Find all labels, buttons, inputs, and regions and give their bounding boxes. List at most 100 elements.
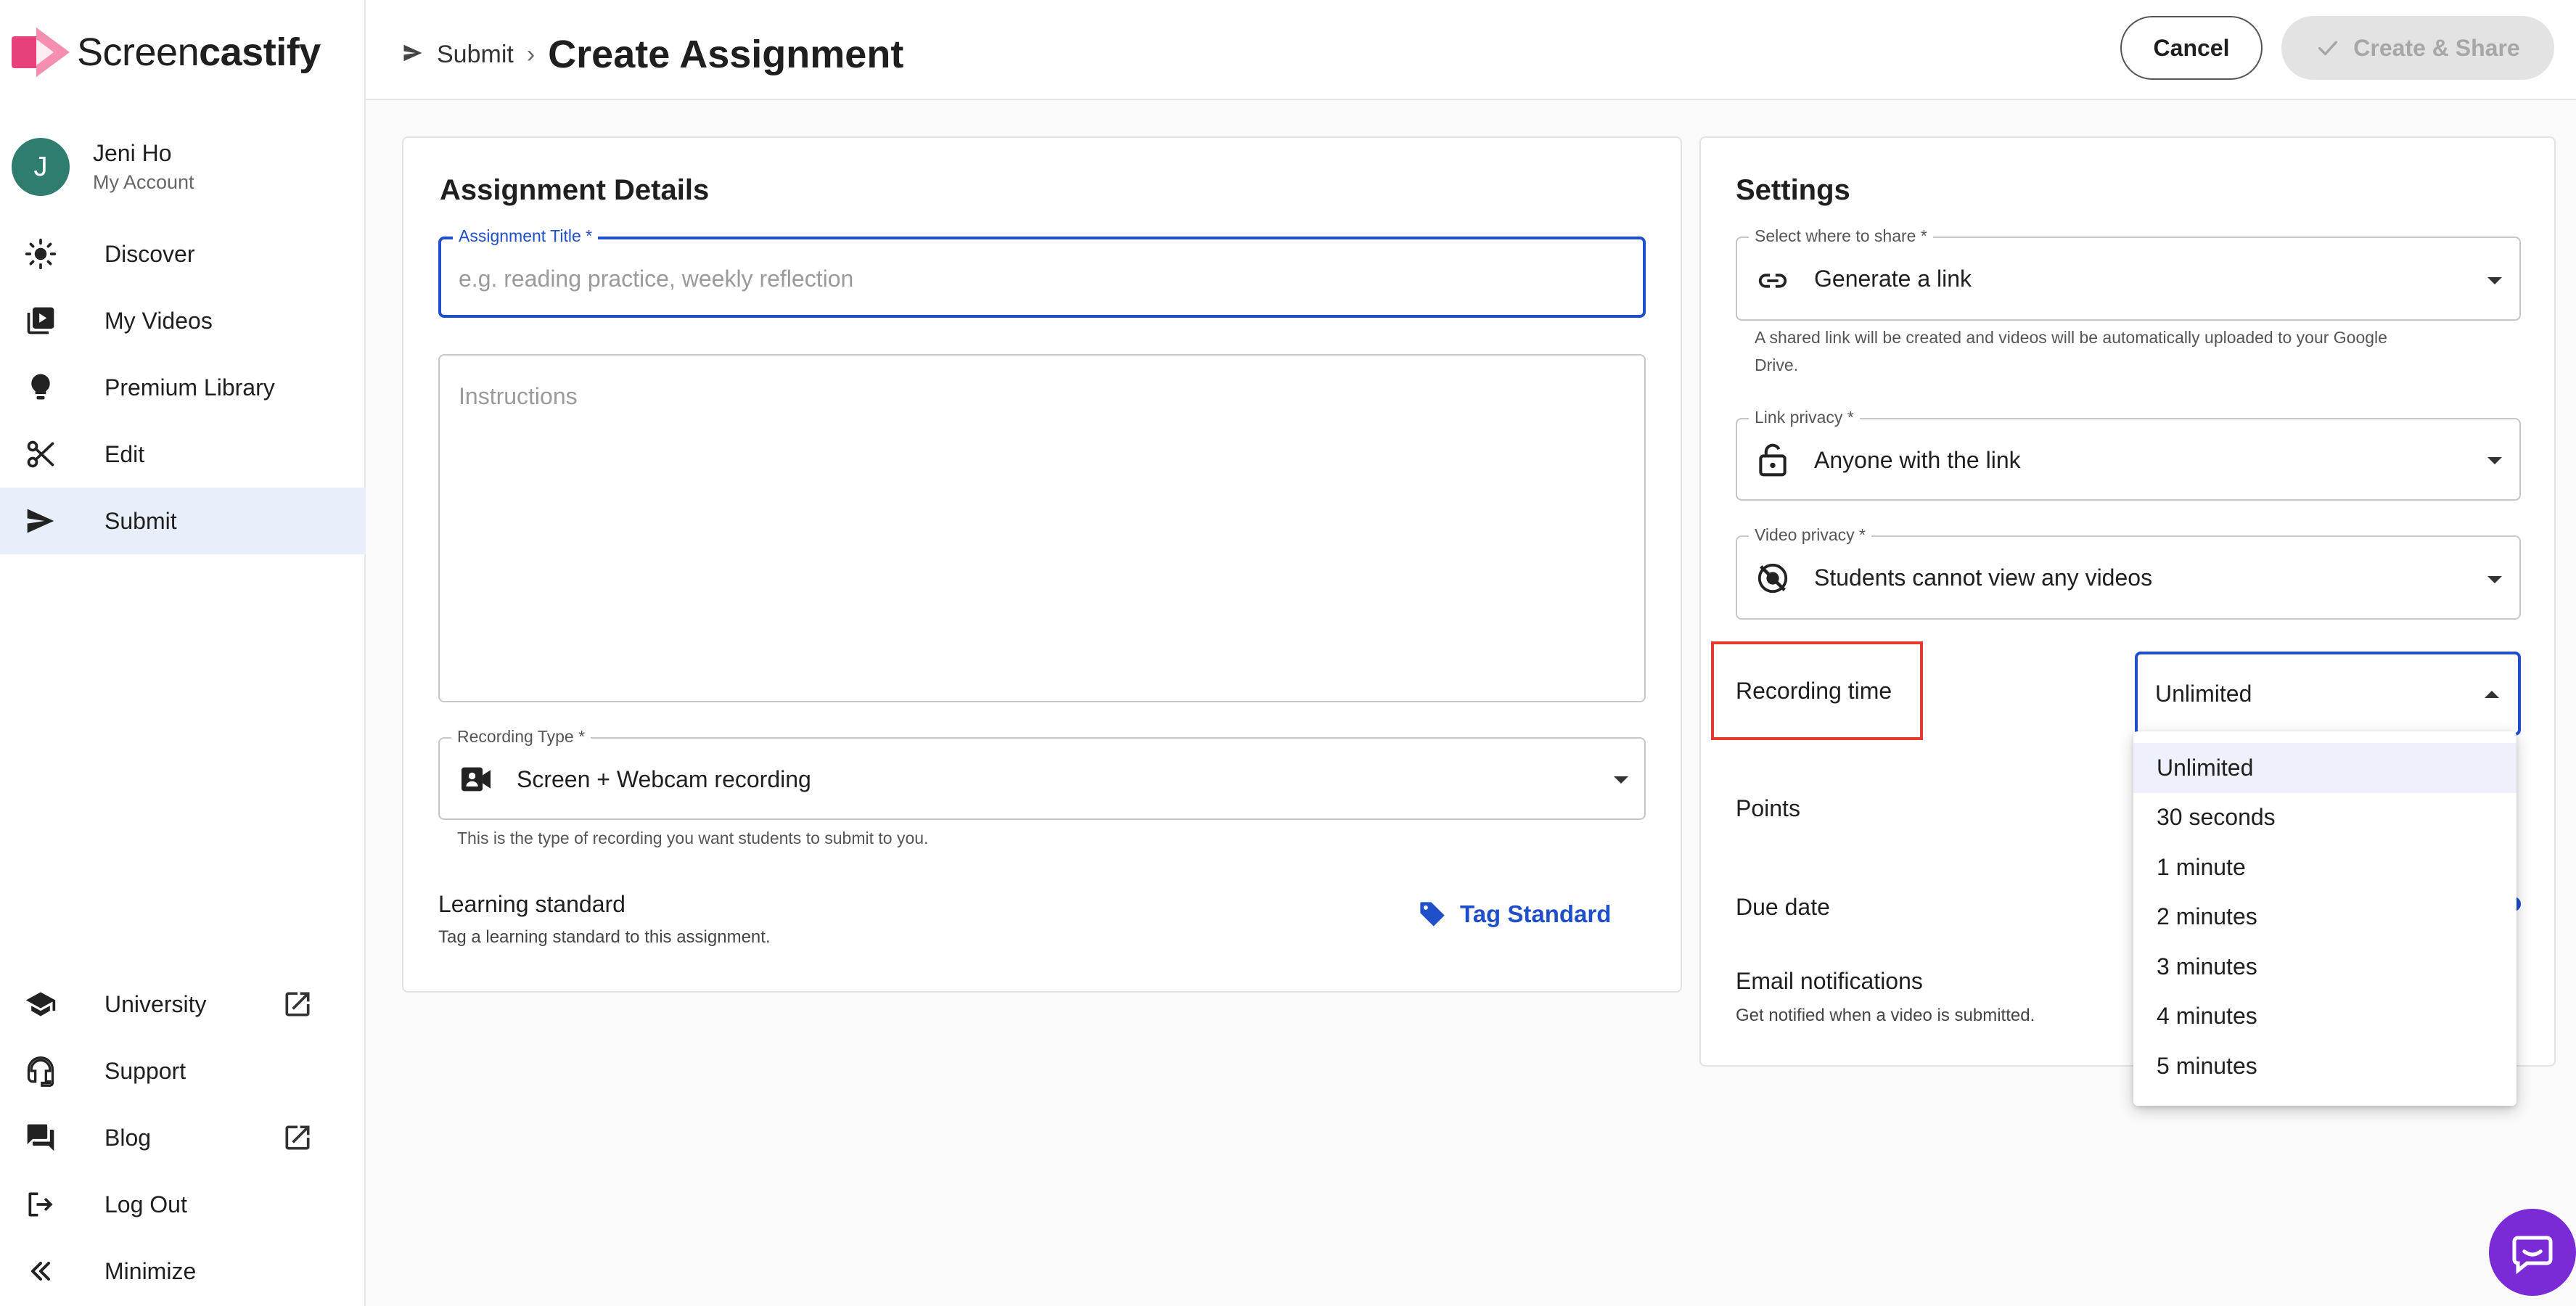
screencastify-logo-icon <box>10 26 71 78</box>
recording-time-option[interactable]: 3 minutes <box>2133 942 2516 992</box>
sidebar-item-label: Premium Library <box>104 374 275 401</box>
due-date-label: Due date <box>1736 894 1830 920</box>
sidebar-item-support[interactable]: Support <box>0 1038 366 1104</box>
recording-time-option[interactable]: 30 seconds <box>2133 793 2516 843</box>
share-destination-select[interactable]: Select where to share * Generate a link <box>1736 226 2521 321</box>
chat-launcher-button[interactable] <box>2489 1209 2576 1296</box>
sidebar-item-university[interactable]: University <box>0 971 366 1038</box>
assignment-title-field[interactable]: Assignment Title * e.g. reading practice… <box>438 226 1646 318</box>
account-subtitle: My Account <box>93 171 194 193</box>
instructions-placeholder: Instructions <box>459 383 578 409</box>
logo-text: Screencastify <box>77 30 321 74</box>
sidebar-item-blog[interactable]: Blog <box>0 1104 366 1171</box>
points-label: Points <box>1736 795 1800 821</box>
video-privacy-value: Students cannot view any videos <box>1814 564 2153 591</box>
create-and-share-label: Create & Share <box>2353 34 2520 61</box>
chat-bubble-icon <box>2512 1236 2553 1274</box>
dropdown-arrow-icon <box>2487 457 2502 464</box>
link-privacy-select[interactable]: Link privacy * Anyone with the link <box>1736 408 2521 501</box>
link-privacy-value: Anyone with the link <box>1814 447 2021 473</box>
learning-standard-sub: Tag a learning standard to this assignme… <box>438 927 771 947</box>
dropdown-arrow-icon <box>2487 277 2502 284</box>
sidebar: Screencastify J Jeni Ho My Account Disco… <box>0 0 366 1306</box>
graduation-cap-icon <box>23 987 58 1022</box>
recording-type-select[interactable]: Recording Type * Screen + Webcam recordi… <box>438 727 1646 820</box>
tag-icon <box>1420 902 1445 927</box>
breadcrumb-separator: › <box>526 40 536 68</box>
logout-icon <box>23 1187 58 1222</box>
sidebar-item-log-out[interactable]: Log Out <box>0 1171 366 1238</box>
dropdown-arrow-icon <box>1614 776 1628 784</box>
sidebar-item-premium-library[interactable]: Premium Library <box>0 354 366 421</box>
sidebar-item-label: Submit <box>104 507 177 534</box>
sidebar-item-minimize[interactable]: Minimize <box>0 1238 366 1305</box>
external-link-icon <box>282 988 313 1020</box>
video-privacy-label: Video privacy * <box>1749 525 1871 545</box>
dropdown-arrow-up-icon <box>2485 691 2499 698</box>
recording-time-option[interactable]: 5 minutes <box>2133 1041 2516 1091</box>
forum-icon <box>23 1120 58 1155</box>
sidebar-item-discover[interactable]: Discover <box>0 221 366 287</box>
cancel-button[interactable]: Cancel <box>2120 16 2263 80</box>
send-icon <box>402 42 424 67</box>
recording-type-helper: This is the type of recording you want s… <box>457 829 929 847</box>
recording-type-label: Recording Type * <box>451 727 591 747</box>
link-icon <box>1756 264 1789 301</box>
instructions-textarea[interactable]: Instructions <box>438 354 1646 702</box>
recording-time-value: Unlimited <box>2155 681 2252 707</box>
sidebar-item-label: Minimize <box>104 1257 197 1284</box>
account-menu[interactable]: J Jeni Ho My Account <box>12 138 194 196</box>
dropdown-arrow-icon <box>2487 576 2502 583</box>
recording-time-option[interactable]: 1 minute <box>2133 842 2516 892</box>
recording-time-select[interactable]: Unlimited <box>2135 652 2521 736</box>
link-privacy-label: Link privacy * <box>1749 408 1860 427</box>
create-and-share-button[interactable]: Create & Share <box>2281 16 2554 80</box>
sidebar-item-label: University <box>104 990 207 1017</box>
share-destination-value: Generate a link <box>1814 266 1972 292</box>
recording-time-options-menu: Unlimited 30 seconds 1 minute 2 minutes … <box>2133 731 2516 1106</box>
avatar: J <box>12 138 70 196</box>
recording-time-option[interactable]: Unlimited <box>2133 743 2516 793</box>
tag-standard-button[interactable]: Tag Standard <box>1418 900 1611 929</box>
assignment-details-title: Assignment Details <box>440 174 710 206</box>
email-notifications-sub: Get notified when a video is submitted. <box>1736 1006 2035 1025</box>
page-title: Create Assignment <box>548 33 904 76</box>
assignment-title-label: Assignment Title * <box>453 226 599 246</box>
sidebar-item-edit[interactable]: Edit <box>0 421 366 488</box>
assignment-title-placeholder: e.g. reading practice, weekly reflection <box>459 266 854 292</box>
share-destination-label: Select where to share * <box>1749 226 1933 246</box>
video-privacy-select[interactable]: Video privacy * Students cannot view any… <box>1736 525 2521 620</box>
account-name: Jeni Ho <box>93 140 172 166</box>
recording-time-option[interactable]: 4 minutes <box>2133 992 2516 1042</box>
recording-type-value: Screen + Webcam recording <box>517 766 811 792</box>
sidebar-item-label: Log Out <box>104 1191 187 1217</box>
scissors-icon <box>23 437 58 472</box>
sidebar-item-label: Blog <box>104 1124 152 1151</box>
sidebar-item-my-videos[interactable]: My Videos <box>0 287 366 354</box>
headset-icon <box>23 1054 58 1088</box>
external-link-icon <box>282 1122 313 1154</box>
send-icon <box>23 504 58 538</box>
sun-icon <box>23 237 58 271</box>
share-destination-helper: A shared link will be created and videos… <box>1755 328 2387 374</box>
video-library-icon <box>23 303 58 338</box>
sidebar-item-label: Support <box>104 1057 186 1084</box>
page-header: Submit › Create Assignment Cancel Create… <box>366 0 2576 100</box>
lightbulb-icon <box>23 370 58 405</box>
double-chevron-left-icon <box>23 1254 58 1289</box>
recording-time-option[interactable]: 2 minutes <box>2133 892 2516 942</box>
sidebar-item-label: Edit <box>104 440 145 467</box>
email-notifications-label: Email notifications <box>1736 968 1923 994</box>
recording-time-label: Recording time <box>1736 678 1892 704</box>
check-icon <box>2318 41 2338 56</box>
assignment-details-card: Assignment Details Assignment Title * e.… <box>402 136 1682 993</box>
tag-standard-label: Tag Standard <box>1460 900 1612 927</box>
sidebar-item-submit[interactable]: Submit <box>0 488 366 554</box>
breadcrumb-submit-link[interactable]: Submit <box>437 41 514 69</box>
sidebar-item-label: My Videos <box>104 307 213 334</box>
lock-open-icon <box>1757 443 1788 481</box>
video-camera-icon <box>460 765 492 797</box>
visibility-off-icon <box>1756 562 1789 599</box>
screencastify-logo[interactable]: Screencastify <box>10 26 321 78</box>
breadcrumb: Submit › Create Assignment <box>402 32 903 77</box>
